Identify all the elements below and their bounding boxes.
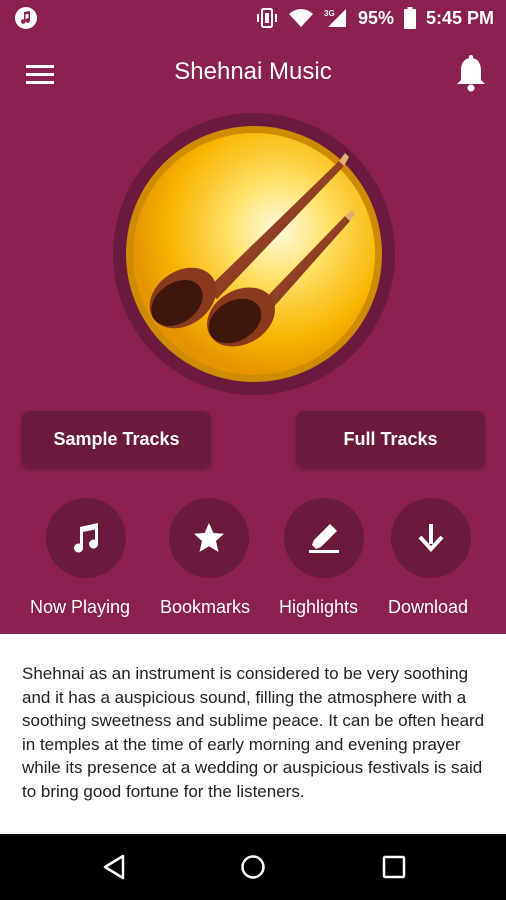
signal-3g-icon: 3G	[324, 9, 346, 27]
status-bar: 3G 95% 5:45 PM	[0, 0, 506, 36]
navigation-bar	[0, 834, 506, 900]
highlights-label[interactable]: Highlights	[279, 597, 358, 618]
battery-icon	[403, 7, 416, 29]
sample-tracks-button[interactable]: Sample Tracks	[22, 411, 211, 467]
bookmarks-button[interactable]	[169, 498, 249, 578]
download-button[interactable]	[391, 498, 471, 578]
download-arrow-icon	[418, 524, 444, 552]
svg-text:3G: 3G	[324, 9, 335, 18]
vibrate-icon	[256, 8, 277, 28]
app-bar: Shehnai Music	[0, 36, 506, 112]
bell-icon[interactable]	[454, 54, 488, 94]
battery-percent: 95%	[357, 7, 394, 28]
shehnai-hero-image	[113, 113, 395, 395]
description-panel: Shehnai as an instrument is considered t…	[0, 634, 506, 834]
back-icon[interactable]	[101, 854, 127, 880]
status-icons: 3G 95% 5:45 PM	[256, 6, 494, 30]
description-text: Shehnai as an instrument is considered t…	[22, 664, 485, 801]
download-label[interactable]: Download	[388, 597, 468, 618]
highlighter-icon	[309, 524, 339, 553]
now-playing-button[interactable]	[46, 498, 126, 578]
bookmarks-label[interactable]: Bookmarks	[160, 597, 250, 618]
wifi-icon	[288, 9, 313, 27]
highlights-button[interactable]	[284, 498, 364, 578]
page-title: Shehnai Music	[174, 58, 332, 85]
now-playing-label[interactable]: Now Playing	[30, 597, 130, 618]
music-note-icon	[74, 523, 99, 553]
recents-icon[interactable]	[382, 855, 406, 879]
home-icon[interactable]	[240, 854, 266, 880]
status-time: 5:45 PM	[425, 7, 494, 28]
full-tracks-button[interactable]: Full Tracks	[296, 411, 485, 467]
music-note-circle-icon	[15, 7, 37, 29]
star-icon	[194, 523, 224, 552]
